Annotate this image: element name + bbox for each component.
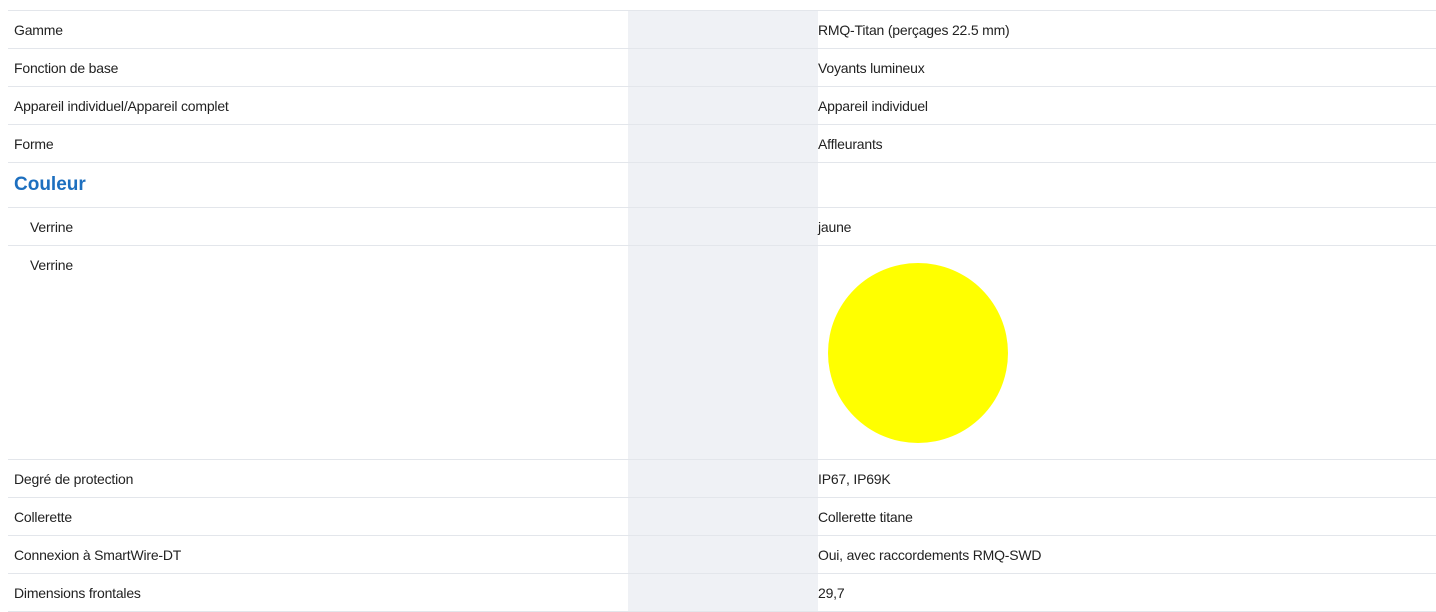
row-value: 29,7 xyxy=(818,584,845,601)
spec-table: Gamme RMQ-Titan (perçages 22.5 mm) Fonct… xyxy=(8,10,1436,612)
table-row: Forme Affleurants xyxy=(8,124,1436,163)
row-label: Forme xyxy=(14,135,54,152)
row-value: RMQ-Titan (perçages 22.5 mm) xyxy=(818,21,1010,38)
table-row: Fonction de base Voyants lumineux xyxy=(8,48,1436,87)
table-row: Appareil individuel/Appareil complet App… xyxy=(8,86,1436,125)
row-value: Affleurants xyxy=(818,135,883,152)
row-label: Collerette xyxy=(14,508,72,525)
spacer-cell xyxy=(628,124,818,163)
row-label: Verrine xyxy=(30,218,73,235)
spacer-cell xyxy=(628,10,818,49)
row-label: Connexion à SmartWire-DT xyxy=(14,546,182,563)
row-label: Verrine xyxy=(30,257,73,273)
table-row: Collerette Collerette titane xyxy=(8,497,1436,536)
table-row: Verrine xyxy=(8,245,1436,460)
table-row: Dimensions frontales 29,7 xyxy=(8,573,1436,612)
spacer-cell xyxy=(628,459,818,498)
spacer-cell xyxy=(628,573,818,612)
row-label: Dimensions frontales xyxy=(14,584,141,601)
row-value: IP67, IP69K xyxy=(818,470,891,487)
table-row: Degré de protection IP67, IP69K xyxy=(8,459,1436,498)
row-value: Collerette titane xyxy=(818,508,913,525)
spacer-cell xyxy=(628,245,818,460)
spacer-cell xyxy=(628,162,818,208)
row-value: Oui, avec raccordements RMQ-SWD xyxy=(818,546,1042,563)
table-row: Connexion à SmartWire-DT Oui, avec racco… xyxy=(8,535,1436,574)
row-label: Degré de protection xyxy=(14,470,134,487)
row-label: Gamme xyxy=(14,21,63,38)
section-header-row: Couleur xyxy=(8,162,1436,208)
color-swatch xyxy=(828,263,1008,443)
row-value: Voyants lumineux xyxy=(818,59,925,76)
row-label: Fonction de base xyxy=(14,59,119,76)
spacer-cell xyxy=(628,48,818,87)
spacer-cell xyxy=(628,535,818,574)
row-label: Appareil individuel/Appareil complet xyxy=(14,97,229,114)
table-row: Gamme RMQ-Titan (perçages 22.5 mm) xyxy=(8,10,1436,49)
spacer-cell xyxy=(628,497,818,536)
table-row: Verrine jaune xyxy=(8,207,1436,246)
row-value: Appareil individuel xyxy=(818,97,928,114)
section-title: Couleur xyxy=(14,174,86,195)
spacer-cell xyxy=(628,86,818,125)
spacer-cell xyxy=(628,207,818,246)
row-value: jaune xyxy=(818,218,852,235)
